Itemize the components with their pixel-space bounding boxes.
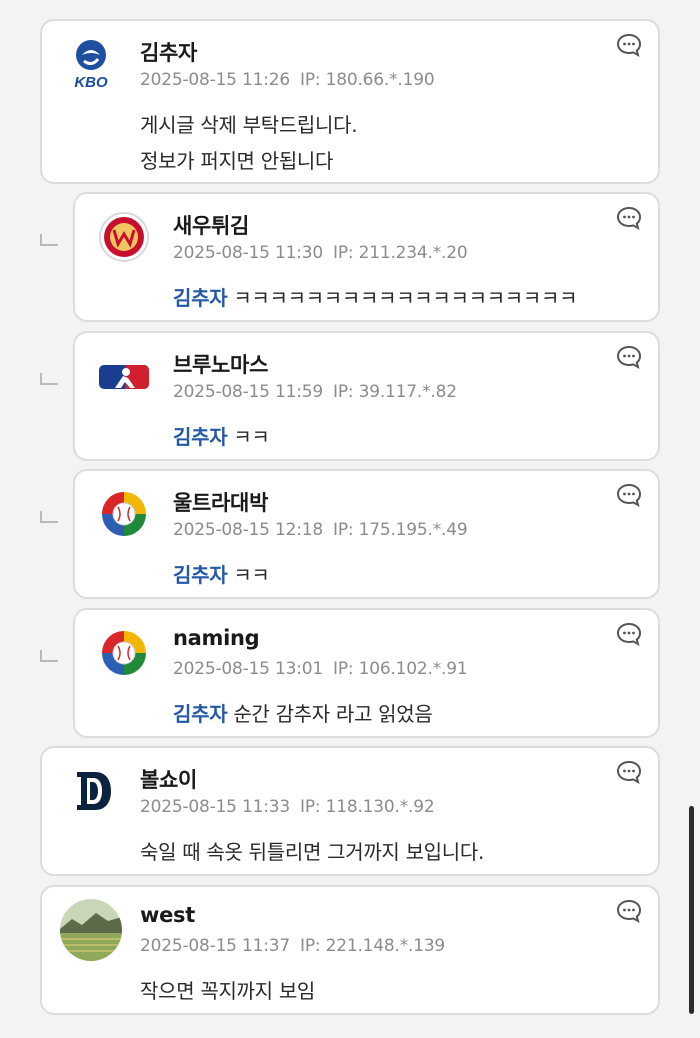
comment-author[interactable]: 볼쇼이: [140, 764, 197, 794]
comment-meta: 2025-08-15 11:26 IP: 180.66.*.190: [140, 70, 435, 90]
tigers-logo-avatar[interactable]: [60, 760, 122, 822]
comment-body: 게시글 삭제 부탁드립니다. 정보가 퍼지면 안됩니다: [140, 107, 642, 179]
reply-card: naming 2025-08-15 13:01 IP: 106.102.*.91 …: [73, 608, 660, 738]
comment-body: 김추자 ㅋㅋㅋㅋㅋㅋㅋㅋㅋㅋㅋㅋㅋㅋㅋㅋㅋㅋㅋ: [173, 280, 642, 316]
speech-bubble-icon[interactable]: [616, 899, 642, 923]
speech-bubble-icon[interactable]: [616, 622, 642, 646]
comment-card: 볼쇼이 2025-08-15 11:33 IP: 118.130.*.92 숙일 …: [40, 746, 660, 876]
comment-text: 작으면 꼭지까지 보임: [140, 979, 316, 1003]
mention-link[interactable]: 김추자: [173, 286, 228, 310]
comment-date: 2025-08-15 11:30: [173, 243, 323, 263]
speech-bubble-icon[interactable]: [616, 345, 642, 369]
comment-meta: 2025-08-15 12:18 IP: 175.195.*.49: [173, 520, 468, 540]
comment-meta: 2025-08-15 11:37 IP: 221.148.*.139: [140, 936, 445, 956]
comment-date: 2025-08-15 13:01: [173, 659, 323, 679]
comment-date: 2025-08-15 11:59: [173, 382, 323, 402]
comment-body: 김추자 ㅋㅋ: [173, 419, 642, 455]
comment-date: 2025-08-15 11:26: [140, 70, 290, 90]
comment-line: 게시글 삭제 부탁드립니다.: [140, 113, 358, 137]
mention-link[interactable]: 김추자: [173, 702, 228, 726]
ssg-landers-logo-avatar[interactable]: [93, 206, 155, 268]
comment-ip: IP: 221.148.*.139: [300, 936, 446, 956]
comment-meta: 2025-08-15 11:33 IP: 118.130.*.92: [140, 797, 435, 817]
reply-card: 새우튀김 2025-08-15 11:30 IP: 211.234.*.20 김추…: [73, 192, 660, 322]
comment-ip: IP: 211.234.*.20: [333, 243, 468, 263]
speech-bubble-icon[interactable]: [616, 483, 642, 507]
comment-author[interactable]: 새우튀김: [173, 210, 249, 240]
comment-date: 2025-08-15 11:33: [140, 797, 290, 817]
comment-author[interactable]: 브루노마스: [173, 349, 268, 379]
comment-text: ㅋㅋ: [233, 563, 270, 587]
speech-bubble-icon[interactable]: [616, 760, 642, 784]
comment-ip: IP: 39.117.*.82: [333, 382, 457, 402]
mlb-logo-avatar[interactable]: [93, 345, 155, 407]
comment-body: 작으면 꼭지까지 보임: [140, 973, 642, 1009]
comment-author[interactable]: 김추자: [140, 37, 197, 67]
mention-link[interactable]: 김추자: [173, 425, 228, 449]
mention-link[interactable]: 김추자: [173, 563, 228, 587]
comment-author[interactable]: naming: [173, 626, 260, 650]
comment-text: 순간 감추자 라고 읽었음: [233, 702, 433, 726]
comment-meta: 2025-08-15 11:30 IP: 211.234.*.20: [173, 243, 468, 263]
reply-indent-icon: [40, 373, 58, 385]
landscape-photo-avatar[interactable]: [60, 899, 122, 961]
reply-indent-icon: [40, 650, 58, 662]
comment-meta: 2025-08-15 13:01 IP: 106.102.*.91: [173, 659, 468, 679]
reply-indent-icon: [40, 234, 58, 246]
comment-ip: IP: 175.195.*.49: [333, 520, 468, 540]
reply-indent-icon: [40, 511, 58, 523]
comment-card: KBO 김추자 2025-08-15 11:26 IP: 180.66.*.190…: [40, 19, 660, 184]
comment-text: 숙일 때 속옷 뒤틀리면 그거까지 보입니다.: [140, 840, 485, 864]
comment-author[interactable]: 울트라대박: [173, 487, 268, 517]
reply-card: 울트라대박 2025-08-15 12:18 IP: 175.195.*.49 김…: [73, 469, 660, 599]
comment-line: 정보가 퍼지면 안됩니다: [140, 149, 334, 173]
comment-text: ㅋㅋㅋㅋㅋㅋㅋㅋㅋㅋㅋㅋㅋㅋㅋㅋㅋㅋㅋ: [233, 286, 578, 310]
wbc-logo-avatar[interactable]: [93, 483, 155, 545]
comment-text: ㅋㅋ: [233, 425, 270, 449]
comment-body: 김추자 ㅋㅋ: [173, 557, 642, 593]
comment-date: 2025-08-15 12:18: [173, 520, 323, 540]
comment-ip: IP: 180.66.*.190: [300, 70, 435, 90]
scrollbar[interactable]: [689, 806, 694, 1014]
reply-card: 브루노마스 2025-08-15 11:59 IP: 39.117.*.82 김추…: [73, 331, 660, 461]
comment-ip: IP: 106.102.*.91: [333, 659, 468, 679]
kbo-logo-text: KBO: [74, 74, 108, 91]
comment-list: KBO 김추자 2025-08-15 11:26 IP: 180.66.*.190…: [0, 0, 700, 1038]
comment-body: 김추자 순간 감추자 라고 읽었음: [173, 696, 642, 732]
wbc-logo-avatar[interactable]: [93, 622, 155, 684]
comment-body: 숙일 때 속옷 뒤틀리면 그거까지 보입니다.: [140, 834, 642, 870]
comment-meta: 2025-08-15 11:59 IP: 39.117.*.82: [173, 382, 457, 402]
speech-bubble-icon[interactable]: [616, 33, 642, 57]
comment-card: west 2025-08-15 11:37 IP: 221.148.*.139 작…: [40, 885, 660, 1015]
speech-bubble-icon[interactable]: [616, 206, 642, 230]
comment-date: 2025-08-15 11:37: [140, 936, 290, 956]
comment-ip: IP: 118.130.*.92: [300, 797, 435, 817]
kbo-logo-avatar[interactable]: KBO: [60, 33, 122, 95]
comment-author[interactable]: west: [140, 903, 195, 927]
